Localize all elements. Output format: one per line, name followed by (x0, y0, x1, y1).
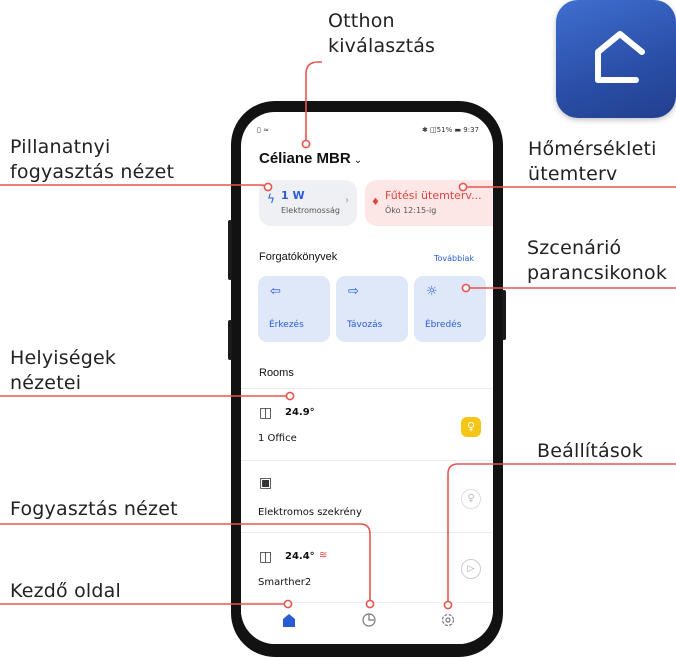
panel-icon: ▣ (259, 475, 273, 491)
rooms-title: Rooms (259, 367, 294, 379)
callout-instant-consumption: Pillanatnyi fogyasztás nézet (10, 136, 175, 183)
power-label: Elektromosság (281, 206, 340, 215)
bulb-icon[interactable]: ♀ (461, 489, 481, 509)
room-item[interactable]: ◫ 24.9° 1 Office ♀ (241, 388, 493, 460)
status-right: ✱ ◫51% ▬ 9:37 (421, 126, 479, 134)
phone-screen: ▯ ≈ ✱ ◫51% ▬ 9:37 Céliane MBR ⌄ ϟ 1 W Ele… (241, 112, 493, 644)
heating-sub: Öko 12:15-ig (385, 206, 437, 215)
scenarios-more-link[interactable]: Továbbiak (434, 254, 474, 263)
play-icon[interactable]: ▷ (461, 559, 481, 579)
callout-settings: Beállítások (537, 440, 644, 462)
house-icon (595, 31, 645, 83)
scene-leave-button[interactable]: ⇨ Távozás (336, 276, 408, 342)
home-selector[interactable]: Céliane MBR ⌄ (259, 150, 362, 167)
side-button (228, 320, 232, 360)
settings-icon[interactable] (440, 612, 456, 628)
callout-scene-shortcuts: Szcenárió parancsikonok (527, 237, 668, 284)
chevron-down-icon: ⌄ (353, 155, 363, 166)
room-name: Smarther2 (258, 577, 312, 588)
tab-bar (241, 602, 493, 644)
leave-icon: ⇨ (348, 284, 359, 299)
power-value: 1 W (281, 189, 305, 202)
callout-temp-schedule: Hőmérsékleti ütemterv (528, 138, 657, 185)
power-button (502, 290, 506, 340)
heating-schedule-card[interactable]: ♦ Fűtési ütemterv... Öko 12:15-ig (365, 180, 493, 226)
door-icon: ◫ (259, 405, 273, 421)
room-name: 1 Office (258, 433, 297, 444)
app-logo (556, 0, 676, 118)
callout-home-select: Otthon kiválasztás (328, 10, 436, 57)
scene-arrive-button[interactable]: ⇦ Érkezés (258, 276, 330, 342)
home-icon[interactable] (281, 612, 297, 628)
heating-waves-icon: ≋ (319, 550, 328, 561)
status-left: ▯ ≈ (257, 126, 269, 134)
chevron-right-icon: › (345, 195, 349, 206)
consumption-icon[interactable] (361, 612, 377, 628)
home-name: Céliane MBR (259, 150, 351, 167)
sun-icon: ☼ (426, 284, 438, 299)
scene-label: Ébredés (425, 320, 462, 330)
callout-home-page: Kezdő oldal (10, 580, 121, 602)
heating-title: Fűtési ütemterv... (385, 189, 482, 202)
flame-icon: ♦ (371, 197, 380, 208)
room-item[interactable]: ▣ Elektromos szekrény ♀ (241, 460, 493, 532)
volume-button (228, 220, 232, 280)
arrive-icon: ⇦ (270, 284, 281, 299)
scenarios-title: Forgatókönyvek (259, 251, 338, 263)
bulb-icon[interactable]: ♀ (461, 417, 481, 437)
callout-consumption-view: Fogyasztás nézet (10, 498, 178, 520)
room-name: Elektromos szekrény (258, 507, 362, 518)
lightning-icon: ϟ (267, 192, 275, 206)
door-icon: ◫ (259, 549, 273, 565)
scene-wakeup-button[interactable]: ☼ Ébredés (414, 276, 486, 342)
scene-label: Távozás (347, 320, 383, 330)
room-item[interactable]: ◫ 24.4° ≋ Smarther2 ▷ (241, 532, 493, 604)
room-temp: 24.4° (285, 551, 315, 562)
power-card[interactable]: ϟ 1 W Elektromosság › (259, 180, 357, 226)
room-temp: 24.9° (285, 407, 315, 418)
scene-label: Érkezés (269, 320, 304, 330)
callout-room-views: Helyiségek nézetei (10, 347, 117, 394)
status-bar: ▯ ≈ ✱ ◫51% ▬ 9:37 (253, 126, 481, 138)
